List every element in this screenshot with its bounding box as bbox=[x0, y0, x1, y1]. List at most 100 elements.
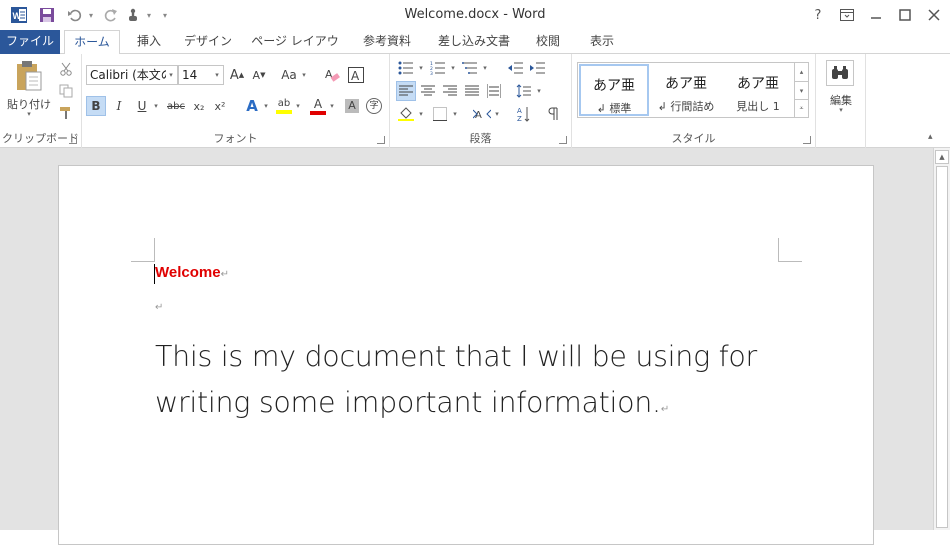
tab-insert[interactable]: 挿入 bbox=[132, 30, 166, 54]
character-shading-button[interactable]: A bbox=[342, 96, 362, 116]
font-size-dropdown-icon[interactable]: ▾ bbox=[212, 66, 222, 84]
styles-dialog-launcher[interactable] bbox=[803, 136, 811, 144]
bullets-icon[interactable] bbox=[396, 58, 416, 78]
character-shading-label: A bbox=[345, 99, 359, 113]
clear-formatting-icon[interactable]: A bbox=[322, 65, 342, 85]
cut-icon[interactable] bbox=[56, 59, 76, 79]
ribbon-display-options-button[interactable] bbox=[832, 0, 862, 30]
bold-button[interactable]: B bbox=[86, 96, 106, 116]
grow-font-icon[interactable]: A ▲ bbox=[227, 65, 247, 85]
highlight-dropdown-icon[interactable]: ▾ bbox=[294, 96, 302, 116]
styles-scroll-down-icon[interactable]: ▾ bbox=[794, 81, 808, 99]
tab-view[interactable]: 表示 bbox=[584, 30, 620, 54]
style-no-spacing[interactable]: あア亜 ↲ 行間詰め bbox=[651, 64, 721, 116]
format-painter-icon[interactable] bbox=[56, 103, 76, 123]
multilevel-list-dropdown-icon[interactable]: ▾ bbox=[481, 58, 489, 78]
clipboard-dialog-launcher[interactable] bbox=[69, 136, 77, 144]
bullets-dropdown-icon[interactable]: ▾ bbox=[417, 58, 425, 78]
numbering-dropdown-icon[interactable]: ▾ bbox=[449, 58, 457, 78]
styles-more-icon[interactable]: ⩡ bbox=[794, 99, 808, 117]
underline-button[interactable]: U bbox=[132, 96, 152, 116]
paragraph-dialog-launcher[interactable] bbox=[559, 136, 567, 144]
collapse-ribbon-icon[interactable]: ▴ bbox=[928, 132, 933, 142]
undo-dropdown-icon[interactable]: ▾ bbox=[86, 11, 96, 20]
document-body-paragraph[interactable]: This is my document that I will be using… bbox=[155, 334, 795, 433]
tab-file[interactable]: ファイル bbox=[0, 30, 60, 54]
change-case-dropdown-icon[interactable]: ▾ bbox=[300, 65, 308, 85]
line-spacing-dropdown-icon[interactable]: ▾ bbox=[535, 81, 543, 101]
scroll-up-icon[interactable]: ▲ bbox=[935, 150, 949, 164]
superscript-button[interactable]: x² bbox=[210, 96, 230, 116]
empty-paragraph-mark[interactable]: ↵ bbox=[155, 302, 163, 313]
increase-indent-icon[interactable] bbox=[528, 58, 548, 78]
text-effects-dropdown-icon[interactable]: ▾ bbox=[262, 96, 270, 116]
numbering-icon[interactable]: 123 bbox=[428, 58, 448, 78]
clipboard-group: 貼り付け ▾ クリップボード bbox=[0, 54, 82, 148]
scrollbar-thumb[interactable] bbox=[936, 166, 948, 528]
borders-dropdown-icon[interactable]: ▾ bbox=[451, 104, 459, 124]
minimize-button[interactable] bbox=[861, 0, 891, 30]
document-heading[interactable]: Welcome↵ bbox=[155, 264, 229, 281]
line-spacing-icon[interactable] bbox=[514, 81, 534, 101]
customize-qat-icon[interactable]: ▾ bbox=[160, 11, 170, 20]
styles-scroll-up-icon[interactable]: ▴ bbox=[794, 63, 808, 81]
align-left-icon[interactable] bbox=[396, 81, 416, 101]
touch-mode-icon[interactable] bbox=[122, 4, 144, 26]
shrink-font-icon[interactable]: A ▼ bbox=[249, 65, 269, 85]
text-effects-button[interactable]: A bbox=[242, 96, 262, 116]
style-normal[interactable]: あア亜 ↲ 標準 bbox=[579, 64, 649, 116]
strikethrough-button[interactable]: abc bbox=[164, 96, 188, 116]
help-button[interactable]: ? bbox=[803, 0, 833, 30]
asian-layout-icon[interactable]: A bbox=[472, 104, 492, 124]
justify-icon[interactable] bbox=[462, 81, 482, 101]
paste-button[interactable]: 貼り付け ▾ bbox=[6, 58, 52, 122]
align-right-icon[interactable] bbox=[440, 81, 460, 101]
font-size-combo[interactable]: 14 ▾ bbox=[178, 65, 224, 85]
italic-button[interactable]: I bbox=[109, 96, 129, 116]
word-logo-icon[interactable]: W bbox=[8, 4, 30, 26]
text-effects-box-icon[interactable]: A bbox=[346, 65, 366, 85]
sort-icon[interactable]: AZ bbox=[514, 104, 534, 124]
subscript-button[interactable]: x₂ bbox=[189, 96, 209, 116]
decrease-indent-icon[interactable] bbox=[506, 58, 526, 78]
text-highlight-button[interactable]: ab bbox=[274, 96, 294, 116]
paragraph-group-label: 段落 bbox=[469, 132, 492, 145]
shading-dropdown-icon[interactable]: ▾ bbox=[417, 104, 425, 124]
font-color-dropdown-icon[interactable]: ▾ bbox=[328, 96, 336, 116]
tab-references[interactable]: 参考資料 bbox=[356, 30, 418, 54]
tab-design[interactable]: デザイン bbox=[178, 30, 238, 54]
font-name-combo[interactable]: Calibri (本文の ▾ bbox=[86, 65, 178, 85]
copy-icon[interactable] bbox=[56, 81, 76, 101]
underline-dropdown-icon[interactable]: ▾ bbox=[152, 96, 160, 116]
font-group-label: フォント bbox=[213, 132, 258, 145]
distributed-icon[interactable] bbox=[484, 81, 504, 101]
shading-icon[interactable] bbox=[396, 104, 416, 124]
vertical-scrollbar[interactable]: ▲ bbox=[933, 148, 950, 530]
tab-review[interactable]: 校閲 bbox=[530, 30, 566, 54]
show-paragraph-marks-icon[interactable] bbox=[544, 104, 564, 124]
tab-page-layout[interactable]: ページ レイアウト bbox=[250, 30, 340, 71]
save-icon[interactable] bbox=[36, 4, 58, 26]
tab-mailings[interactable]: 差し込み文書 bbox=[433, 30, 515, 54]
font-name-dropdown-icon[interactable]: ▾ bbox=[166, 66, 176, 84]
redo-icon[interactable] bbox=[100, 4, 122, 26]
undo-icon[interactable] bbox=[64, 4, 86, 26]
tab-home[interactable]: ホーム bbox=[64, 30, 120, 55]
maximize-button[interactable] bbox=[890, 0, 920, 30]
document-area[interactable]: Welcome↵ ↵ This is my document that I wi… bbox=[0, 148, 933, 545]
multilevel-list-icon[interactable] bbox=[460, 58, 480, 78]
font-dialog-launcher[interactable] bbox=[377, 136, 385, 144]
document-page[interactable]: Welcome↵ ↵ This is my document that I wi… bbox=[58, 165, 874, 545]
enclose-characters-button[interactable]: 字 bbox=[364, 96, 384, 116]
asian-layout-dropdown-icon[interactable]: ▾ bbox=[493, 104, 501, 124]
touch-mode-dropdown-icon[interactable]: ▾ bbox=[144, 11, 154, 20]
font-color-button[interactable]: A bbox=[308, 96, 328, 116]
editing-dropdown-icon: ▾ bbox=[839, 106, 843, 114]
close-button[interactable] bbox=[919, 0, 949, 30]
change-case-icon[interactable]: Aa bbox=[277, 65, 301, 85]
borders-icon[interactable] bbox=[430, 104, 450, 124]
align-center-icon[interactable] bbox=[418, 81, 438, 101]
style-heading-1[interactable]: あア亜 見出し 1 bbox=[723, 64, 793, 116]
ribbon-tab-bar: ファイル ホーム 挿入 デザイン ページ レイアウト 参考資料 差し込み文書 校… bbox=[0, 30, 950, 71]
editing-group[interactable]: 編集 ▾ bbox=[816, 54, 866, 148]
